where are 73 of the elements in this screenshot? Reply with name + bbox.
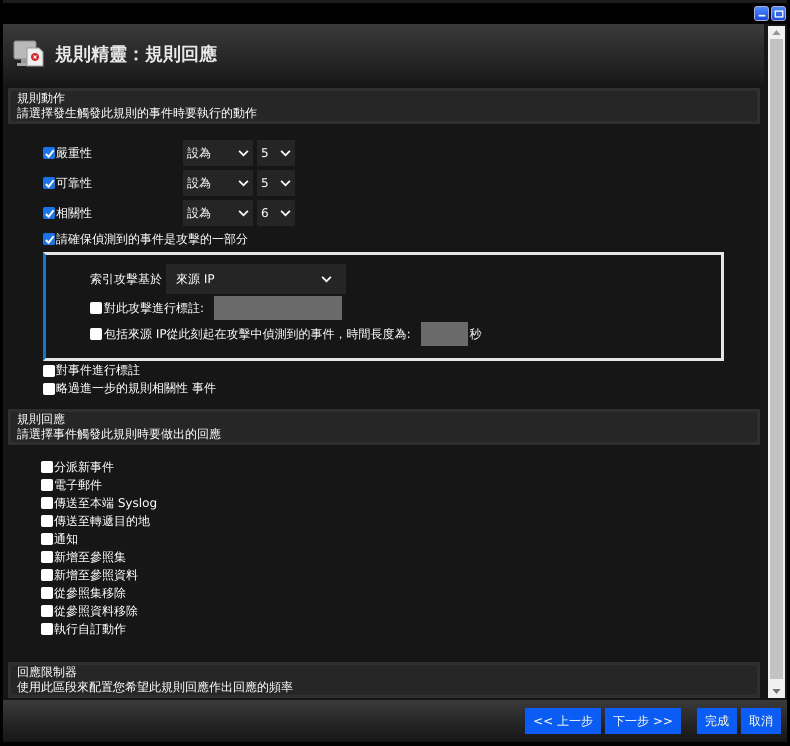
checkbox-label: 對此攻擊進行標註:	[104, 300, 204, 316]
checkbox[interactable]	[90, 302, 102, 314]
wizard-button[interactable]: 完成	[697, 708, 737, 734]
checkbox-label: 通知	[54, 530, 78, 548]
checkbox[interactable]	[43, 233, 55, 245]
monitor-error-icon	[13, 39, 45, 69]
checkbox[interactable]	[43, 382, 55, 394]
unit-label: 秒	[470, 326, 482, 342]
checkbox[interactable]	[43, 147, 55, 159]
checkbox[interactable]	[41, 605, 53, 617]
section-description: 請選擇發生觸發此規則的事件時要執行的動作	[17, 106, 258, 121]
operator-dropdown[interactable]: 設為	[183, 140, 253, 166]
chevron-down-icon	[280, 210, 291, 216]
chevron-down-icon	[280, 180, 291, 186]
field-label: 索引攻擊基於	[90, 270, 162, 288]
checkbox-label: 對事件進行標註	[56, 362, 140, 379]
scroll-up-icon[interactable]	[772, 30, 781, 35]
checkbox-label: 從參照資料移除	[54, 602, 138, 620]
maximize-button[interactable]	[771, 6, 786, 21]
value-dropdown[interactable]: 5	[257, 140, 295, 166]
scrollbar-thumb[interactable]	[770, 39, 783, 679]
section-title: 規則動作	[17, 91, 66, 106]
checkbox-label: 分派新事件	[54, 458, 114, 476]
checkbox-label: 請確保偵測到的事件是攻擊的一部分	[56, 230, 248, 248]
checkbox[interactable]	[41, 587, 53, 599]
value-dropdown[interactable]: 5	[257, 170, 295, 196]
section-title: 回應限制器	[17, 665, 78, 680]
maximize-icon	[774, 8, 784, 18]
checkbox[interactable]	[43, 177, 55, 189]
chevron-down-icon	[238, 150, 249, 156]
checkbox[interactable]	[41, 551, 53, 563]
checkbox-label: 相關性	[56, 204, 92, 222]
checkbox[interactable]	[43, 364, 55, 376]
chevron-down-icon	[238, 210, 249, 216]
checkbox[interactable]	[41, 533, 53, 545]
checkbox-label: 電子郵件	[54, 476, 102, 494]
scrollbar[interactable]	[768, 26, 785, 698]
value-dropdown[interactable]: 6	[257, 200, 295, 226]
checkbox-label: 傳送至本端 Syslog	[54, 494, 158, 512]
checkbox[interactable]	[41, 569, 53, 581]
checkbox[interactable]	[41, 515, 53, 527]
checkbox-label: 新增至參照資料	[54, 566, 138, 584]
operator-dropdown[interactable]: 設為	[183, 200, 253, 226]
checkbox-label: 新增至參照集	[54, 548, 126, 566]
section-title: 規則回應	[17, 412, 66, 427]
chevron-down-icon	[280, 150, 291, 156]
chevron-down-icon	[238, 180, 249, 186]
operator-dropdown[interactable]: 設為	[183, 170, 253, 196]
checkbox[interactable]	[90, 328, 102, 340]
checkbox-label: 可靠性	[56, 174, 92, 192]
page-title: 規則精靈：規則回應	[55, 43, 217, 66]
checkbox-label: 執行自訂動作	[54, 620, 126, 638]
checkbox-label: 從參照集移除	[54, 584, 126, 602]
checkbox-label: 傳送至轉遞目的地	[54, 512, 150, 530]
checkbox[interactable]	[43, 207, 55, 219]
checkbox-label: 嚴重性	[56, 144, 92, 162]
checkbox-label: 略過進一步的規則相關性 事件	[56, 380, 216, 397]
duration-input-field[interactable]	[420, 322, 468, 346]
checkbox[interactable]	[41, 461, 53, 473]
chevron-down-icon	[321, 276, 332, 282]
checkbox[interactable]	[41, 623, 53, 635]
checkbox-label: 包括來源 IP從此刻起在攻擊中偵測到的事件，時間長度為:	[104, 326, 411, 342]
minimize-button[interactable]	[754, 6, 769, 21]
wizard-button[interactable]: 取消	[741, 708, 781, 734]
checkbox[interactable]	[41, 497, 53, 509]
annotation-input-field[interactable]	[214, 296, 342, 320]
scroll-down-icon[interactable]	[772, 689, 781, 694]
checkbox[interactable]	[41, 479, 53, 491]
wizard-button[interactable]: << 上一步	[525, 708, 602, 734]
wizard-button[interactable]: 下一步 >>	[605, 708, 681, 734]
section-description: 使用此區段來配置您希望此規則回應作出回應的頻率	[17, 680, 294, 695]
section-description: 請選擇事件觸發此規則時要做出的回應	[17, 427, 222, 442]
index-dropdown[interactable]: 來源 IP	[166, 264, 346, 294]
